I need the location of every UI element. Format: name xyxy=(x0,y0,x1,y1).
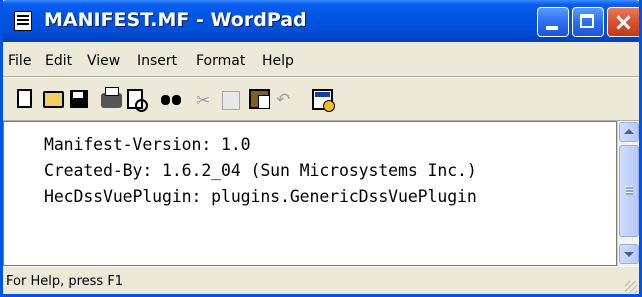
open-folder-icon[interactable] xyxy=(43,91,64,108)
scroll-up-button[interactable] xyxy=(619,122,639,142)
scroll-down-button[interactable] xyxy=(619,244,639,264)
find-binoculars-icon[interactable] xyxy=(161,92,183,106)
status-text: For Help, press F1 xyxy=(6,274,124,289)
maximize-button[interactable] xyxy=(572,7,604,37)
menu-format[interactable]: Format xyxy=(196,53,245,69)
print-preview-icon[interactable] xyxy=(127,89,148,112)
menu-help[interactable]: Help xyxy=(262,53,294,69)
document-text-area[interactable]: Manifest-Version: 1.0 Created-By: 1.6.2_… xyxy=(3,121,617,266)
menu-bar: File Edit View Insert Format Help xyxy=(3,42,639,77)
document-line[interactable]: HecDssVuePlugin: plugins.GenericDssVuePl… xyxy=(44,187,477,206)
undo-icon[interactable]: ↶ xyxy=(276,90,298,112)
menu-file[interactable]: File xyxy=(8,53,31,69)
minimize-button[interactable] xyxy=(537,7,569,37)
document-line[interactable]: Created-By: 1.6.2_04 (Sun Microsystems I… xyxy=(44,161,477,180)
window-title: MANIFEST.MF - WordPad xyxy=(44,9,307,31)
title-bar[interactable]: MANIFEST.MF - WordPad xyxy=(3,0,639,42)
resize-grip-icon[interactable] xyxy=(625,281,637,293)
menu-edit[interactable]: Edit xyxy=(45,53,72,69)
toolbar: ✂ ↶ xyxy=(3,77,639,121)
print-icon[interactable] xyxy=(101,87,122,108)
wordpad-document-icon[interactable] xyxy=(14,11,32,31)
menu-view[interactable]: View xyxy=(87,53,120,69)
status-bar: For Help, press F1 xyxy=(3,266,639,294)
wordpad-window: MANIFEST.MF - WordPad File Edit View Ins… xyxy=(0,0,642,297)
cut-scissors-icon[interactable]: ✂ xyxy=(196,91,218,113)
new-document-icon[interactable] xyxy=(17,89,32,108)
date-time-icon[interactable] xyxy=(312,89,335,112)
document-line[interactable]: Manifest-Version: 1.0 xyxy=(44,135,251,154)
scrollbar-thumb[interactable] xyxy=(619,145,639,237)
copy-icon[interactable] xyxy=(222,91,240,110)
close-button[interactable] xyxy=(607,7,639,37)
vertical-scrollbar[interactable] xyxy=(617,121,639,266)
menu-insert[interactable]: Insert xyxy=(137,53,177,69)
paste-clipboard-icon[interactable] xyxy=(249,89,270,109)
save-disk-icon[interactable] xyxy=(70,90,88,108)
